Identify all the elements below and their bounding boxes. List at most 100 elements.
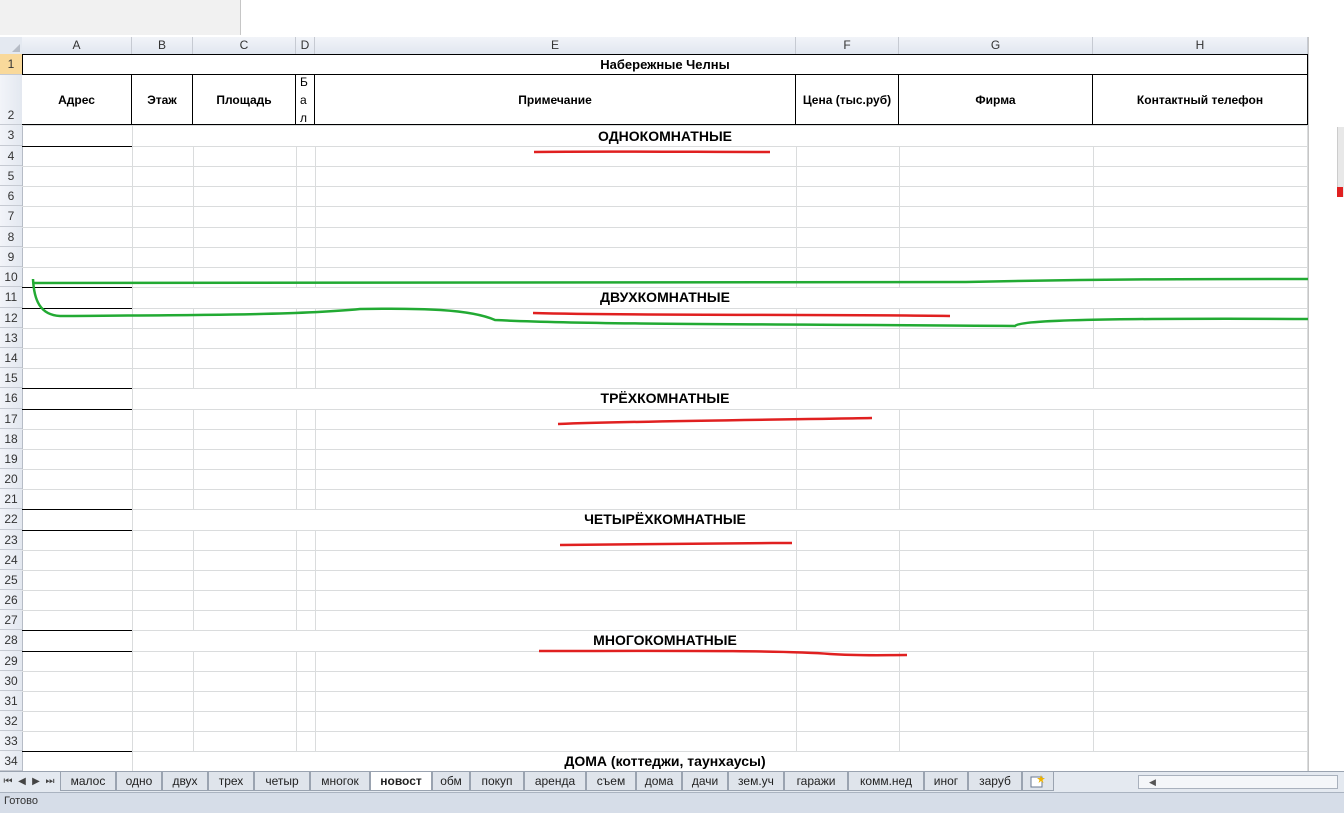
section-four-room: ЧЕТЫРЁХКОМНАТНЫЕ <box>22 511 1308 527</box>
sheet-tab[interactable]: зем.уч <box>728 772 784 791</box>
row-header[interactable]: 10 <box>0 267 22 287</box>
row-header[interactable]: 3 <box>0 125 22 146</box>
row-header[interactable]: 28 <box>0 630 22 651</box>
row-header[interactable]: 30 <box>0 671 22 691</box>
row-header[interactable]: 14 <box>0 348 22 368</box>
sheet-tab[interactable]: заруб <box>968 772 1022 791</box>
gridline <box>22 247 1308 248</box>
sheet-tab[interactable]: четыр <box>254 772 310 791</box>
prev-sheet-button[interactable]: ◀ <box>16 775 28 789</box>
sheet-tab[interactable]: комм.нед <box>848 772 924 791</box>
sheet-tab[interactable]: малос <box>60 772 116 791</box>
row-header[interactable]: 29 <box>0 651 22 671</box>
row-header[interactable]: 21 <box>0 489 22 509</box>
row-header[interactable]: 25 <box>0 570 22 590</box>
row-header[interactable]: 13 <box>0 328 22 348</box>
row-header[interactable]: 11 <box>0 287 22 308</box>
last-sheet-button[interactable]: ⏭ <box>44 775 56 789</box>
row-header[interactable]: 26 <box>0 590 22 610</box>
row-header[interactable]: 4 <box>0 146 22 166</box>
sheet-tab[interactable]: дачи <box>682 772 728 791</box>
row-header[interactable]: 17 <box>0 409 22 429</box>
column-header-e[interactable]: E <box>315 37 796 54</box>
column-header-g[interactable]: G <box>899 37 1093 54</box>
sheet-tab[interactable]: гаражи <box>784 772 848 791</box>
row-header[interactable]: 5 <box>0 166 22 186</box>
column-header-c[interactable]: C <box>193 37 296 54</box>
row-header[interactable]: 20 <box>0 469 22 489</box>
sheet-tab[interactable]: многок <box>310 772 370 791</box>
cell-border <box>22 751 132 752</box>
row-header[interactable]: 6 <box>0 186 22 206</box>
row-header[interactable]: 34 <box>0 751 22 771</box>
name-box[interactable] <box>0 0 241 35</box>
sheet-tab[interactable]: аренда <box>524 772 586 791</box>
cell-border <box>22 509 132 510</box>
sheet-tab[interactable]: иног <box>924 772 968 791</box>
row-header[interactable]: 2 <box>0 75 22 125</box>
row-header[interactable]: 18 <box>0 429 22 449</box>
section-one-room: ОДНОКОМНАТНЫЕ <box>22 128 1308 144</box>
scroll-left-icon[interactable]: ◀ <box>1149 777 1156 788</box>
sheet-tab[interactable]: покуп <box>470 772 524 791</box>
row-header[interactable]: 22 <box>0 509 22 530</box>
column-header-h[interactable]: H <box>1093 37 1308 54</box>
gridline <box>22 489 1308 490</box>
cell-grid[interactable]: Набережные Челны Адрес Этаж Площадь Бал … <box>22 54 1308 771</box>
gridline <box>22 570 1308 571</box>
sheet-tab[interactable]: трех <box>208 772 254 791</box>
gridline <box>22 590 1308 591</box>
row-header[interactable]: 23 <box>0 530 22 550</box>
cell-border <box>22 146 132 147</box>
column-header-b[interactable]: B <box>132 37 193 54</box>
header-phone: Контактный телефон <box>1093 75 1308 125</box>
row-header[interactable]: 27 <box>0 610 22 630</box>
status-text: Готово <box>4 795 38 807</box>
gridline <box>22 550 1308 551</box>
row-header[interactable]: 24 <box>0 550 22 570</box>
sheet-tab[interactable]: одно <box>116 772 162 791</box>
row-header[interactable]: 8 <box>0 227 22 247</box>
column-header-d[interactable]: D <box>296 37 315 54</box>
row-header[interactable]: 12 <box>0 308 22 328</box>
row-header[interactable]: 15 <box>0 368 22 388</box>
gridline <box>22 449 1308 450</box>
sheet-tab[interactable]: двух <box>162 772 208 791</box>
select-all-corner[interactable] <box>0 37 23 54</box>
first-sheet-button[interactable]: ⏮ <box>2 775 14 789</box>
column-header-f[interactable]: F <box>796 37 899 54</box>
cell-border <box>22 630 132 631</box>
row-header[interactable]: 31 <box>0 691 22 711</box>
insert-sheet-icon[interactable] <box>1022 772 1054 791</box>
column-header-a[interactable]: A <box>22 37 132 54</box>
cell-border <box>22 530 132 531</box>
gridline <box>296 54 297 771</box>
row-header[interactable]: 9 <box>0 247 22 267</box>
next-sheet-button[interactable]: ▶ <box>30 775 42 789</box>
gridline <box>132 54 133 771</box>
gridline <box>22 651 1308 652</box>
row-header[interactable]: 32 <box>0 711 22 731</box>
row-header[interactable]: 7 <box>0 206 22 227</box>
row-header[interactable]: 16 <box>0 388 22 409</box>
row-header[interactable]: 19 <box>0 449 22 469</box>
gridline <box>22 166 1308 167</box>
row-header[interactable]: 33 <box>0 731 22 751</box>
sheet-tab[interactable]: съем <box>586 772 636 791</box>
sheet-tab-active[interactable]: новост <box>370 772 432 791</box>
formula-bar[interactable] <box>0 0 1344 38</box>
gridline <box>899 54 900 771</box>
gridline <box>22 691 1308 692</box>
sheet-tab[interactable]: обм <box>432 772 470 791</box>
row-header[interactable]: 1 <box>0 54 22 75</box>
horizontal-scrollbar[interactable]: ◀ <box>1138 775 1338 789</box>
header-points: Бал <box>296 75 315 125</box>
gridline <box>22 267 1308 268</box>
header-note: Примечание <box>315 75 796 125</box>
column-headers: A B C D E F G H <box>0 37 1344 55</box>
header-price: Цена (тыс.руб) <box>796 75 899 125</box>
gridline <box>315 54 316 771</box>
vertical-scroll-area[interactable] <box>1308 37 1344 771</box>
sheet-tab[interactable]: дома <box>636 772 682 791</box>
header-floor: Этаж <box>132 75 193 125</box>
